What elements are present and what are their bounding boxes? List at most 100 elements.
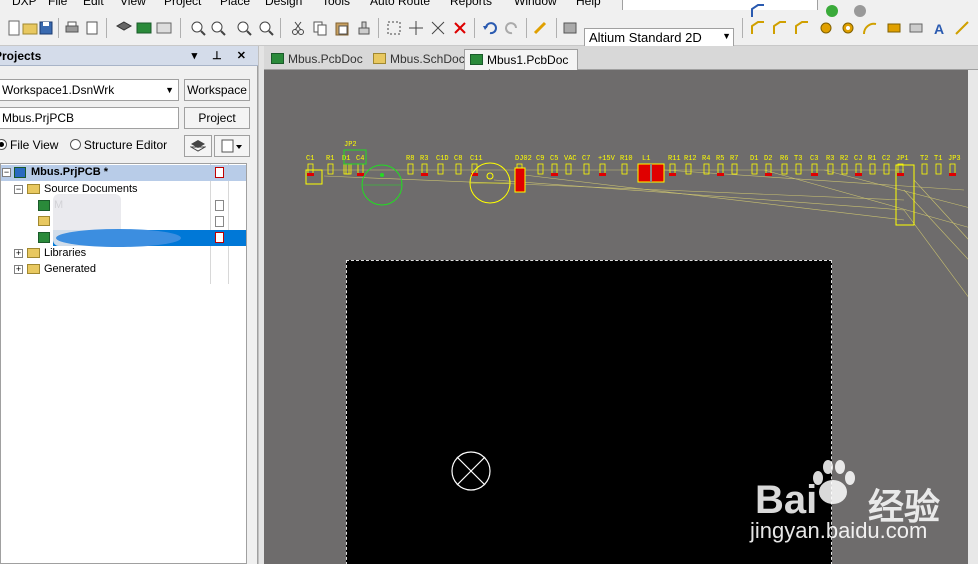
component-footprint[interactable] (811, 163, 818, 175)
smd-pad[interactable] (551, 173, 558, 176)
place-fill-icon[interactable] (886, 20, 902, 36)
component-footprint[interactable] (869, 163, 876, 175)
menu-file[interactable]: File (48, 0, 67, 8)
component-footprint[interactable] (537, 163, 544, 175)
component-footprint[interactable] (685, 163, 692, 175)
copy-icon[interactable] (312, 20, 328, 36)
save-icon[interactable] (38, 20, 54, 36)
tree-doc-sch[interactable] (1, 214, 246, 230)
tree-doc-pcb[interactable]: M (1, 198, 246, 214)
component-footprint[interactable] (921, 163, 928, 175)
place-string-icon[interactable]: A (932, 20, 948, 36)
tree-source-documents[interactable]: − Source Documents (1, 182, 246, 198)
place-via-icon[interactable] (840, 20, 856, 36)
collapse-icon[interactable]: − (2, 168, 11, 177)
print-icon[interactable] (64, 20, 80, 36)
component-footprint[interactable] (669, 163, 676, 175)
mounting-hole-icon[interactable] (450, 450, 492, 492)
cut-icon[interactable] (290, 20, 306, 36)
library-icon[interactable] (562, 20, 578, 36)
component-footprint[interactable] (621, 163, 628, 175)
component-footprint[interactable] (717, 163, 724, 175)
menu-dxp[interactable]: DXP (12, 0, 37, 8)
tab-mbus-schdoc[interactable]: Mbus.SchDoc (368, 49, 465, 70)
vertical-scrollbar[interactable] (968, 70, 978, 564)
undo-icon[interactable] (482, 20, 498, 36)
menu-help[interactable]: Help (576, 0, 601, 8)
smd-pad[interactable] (897, 173, 904, 176)
menu-design[interactable]: Design (265, 0, 302, 8)
place-polygon-icon[interactable] (908, 20, 924, 36)
multi-route-icon[interactable] (794, 20, 810, 36)
move-icon[interactable] (408, 20, 424, 36)
component-footprint[interactable] (949, 163, 956, 175)
component-footprint[interactable] (307, 163, 314, 175)
project-field[interactable]: Mbus.PrjPCB (0, 107, 179, 129)
panel-icon[interactable] (156, 20, 172, 36)
menu-window[interactable]: Window (514, 0, 557, 8)
smd-pad[interactable] (599, 173, 606, 176)
workspace-button[interactable]: Workspace (184, 79, 250, 101)
component-footprint[interactable] (935, 163, 942, 175)
smd-pad[interactable] (855, 173, 862, 176)
smd-pad[interactable] (357, 173, 364, 176)
cross-probe-icon[interactable] (532, 20, 548, 36)
tree-libraries[interactable]: + Libraries (1, 246, 246, 262)
component-footprint[interactable] (795, 163, 802, 175)
component-footprint[interactable] (731, 163, 738, 175)
project-button[interactable]: Project (184, 107, 250, 129)
route-toolbar-icon[interactable] (750, 3, 766, 19)
component-footprint[interactable] (437, 163, 444, 175)
smd-pad[interactable] (949, 173, 956, 176)
tab-mbus1-pcbdoc[interactable]: Mbus1.PcbDoc * (464, 49, 578, 81)
smd-pad[interactable] (421, 173, 428, 176)
deselect-icon[interactable] (430, 20, 446, 36)
component-footprint[interactable] (583, 163, 590, 175)
zoom-area-icon[interactable] (210, 20, 226, 36)
component-footprint[interactable] (421, 163, 428, 175)
collapse-icon[interactable]: − (14, 185, 23, 194)
menu-view[interactable]: View (120, 0, 146, 8)
print-preview-icon[interactable] (84, 20, 100, 36)
clear-filter-icon[interactable] (452, 20, 468, 36)
component-footprint[interactable] (781, 163, 788, 175)
expand-icon[interactable]: + (14, 265, 23, 274)
component-footprint[interactable] (765, 163, 772, 175)
menu-reports[interactable]: Reports (450, 0, 492, 8)
place-coordinate-icon[interactable] (954, 20, 970, 36)
interactive-route-icon[interactable] (750, 20, 766, 36)
tree-root-project[interactable]: − Mbus.PrjPCB * (1, 165, 246, 181)
structure-editor-radio[interactable] (69, 139, 81, 150)
component-footprint[interactable] (827, 163, 834, 175)
smd-pad[interactable] (717, 173, 724, 176)
layers-3d-icon[interactable] (116, 20, 132, 36)
component-footprint[interactable] (751, 163, 758, 175)
board-view-icon[interactable] (136, 20, 152, 36)
component-footprint[interactable] (455, 163, 462, 175)
zoom-filter-icon[interactable] (258, 20, 274, 36)
component-footprint[interactable] (343, 163, 350, 175)
file-view-radio[interactable] (0, 139, 7, 150)
diff-pair-route-icon[interactable] (772, 20, 788, 36)
component-footprint[interactable] (551, 163, 558, 175)
component-footprint[interactable] (345, 163, 352, 175)
gray-nav-icon[interactable] (852, 3, 868, 19)
smd-pad[interactable] (765, 173, 772, 176)
paste-icon[interactable] (334, 20, 350, 36)
select-area-icon[interactable] (386, 20, 402, 36)
component-footprint[interactable] (883, 163, 890, 175)
tab-mbus-pcbdoc[interactable]: Mbus.PcbDoc (266, 49, 366, 70)
menu-place[interactable]: Place (220, 0, 250, 8)
compile-button[interactable] (184, 135, 212, 157)
zoom-selected-icon[interactable] (236, 20, 252, 36)
open-folder-icon[interactable] (22, 20, 38, 36)
new-file-icon[interactable] (6, 20, 22, 36)
menu-edit[interactable]: Edit (83, 0, 104, 8)
rubber-stamp-icon[interactable] (356, 20, 372, 36)
tree-generated[interactable]: + Generated (1, 262, 246, 278)
redo-icon[interactable] (504, 20, 520, 36)
menu-auto-route[interactable]: Auto Route (370, 0, 430, 8)
menu-project[interactable]: Project (164, 0, 201, 8)
expand-icon[interactable]: + (14, 249, 23, 258)
zoom-fit-icon[interactable] (190, 20, 206, 36)
